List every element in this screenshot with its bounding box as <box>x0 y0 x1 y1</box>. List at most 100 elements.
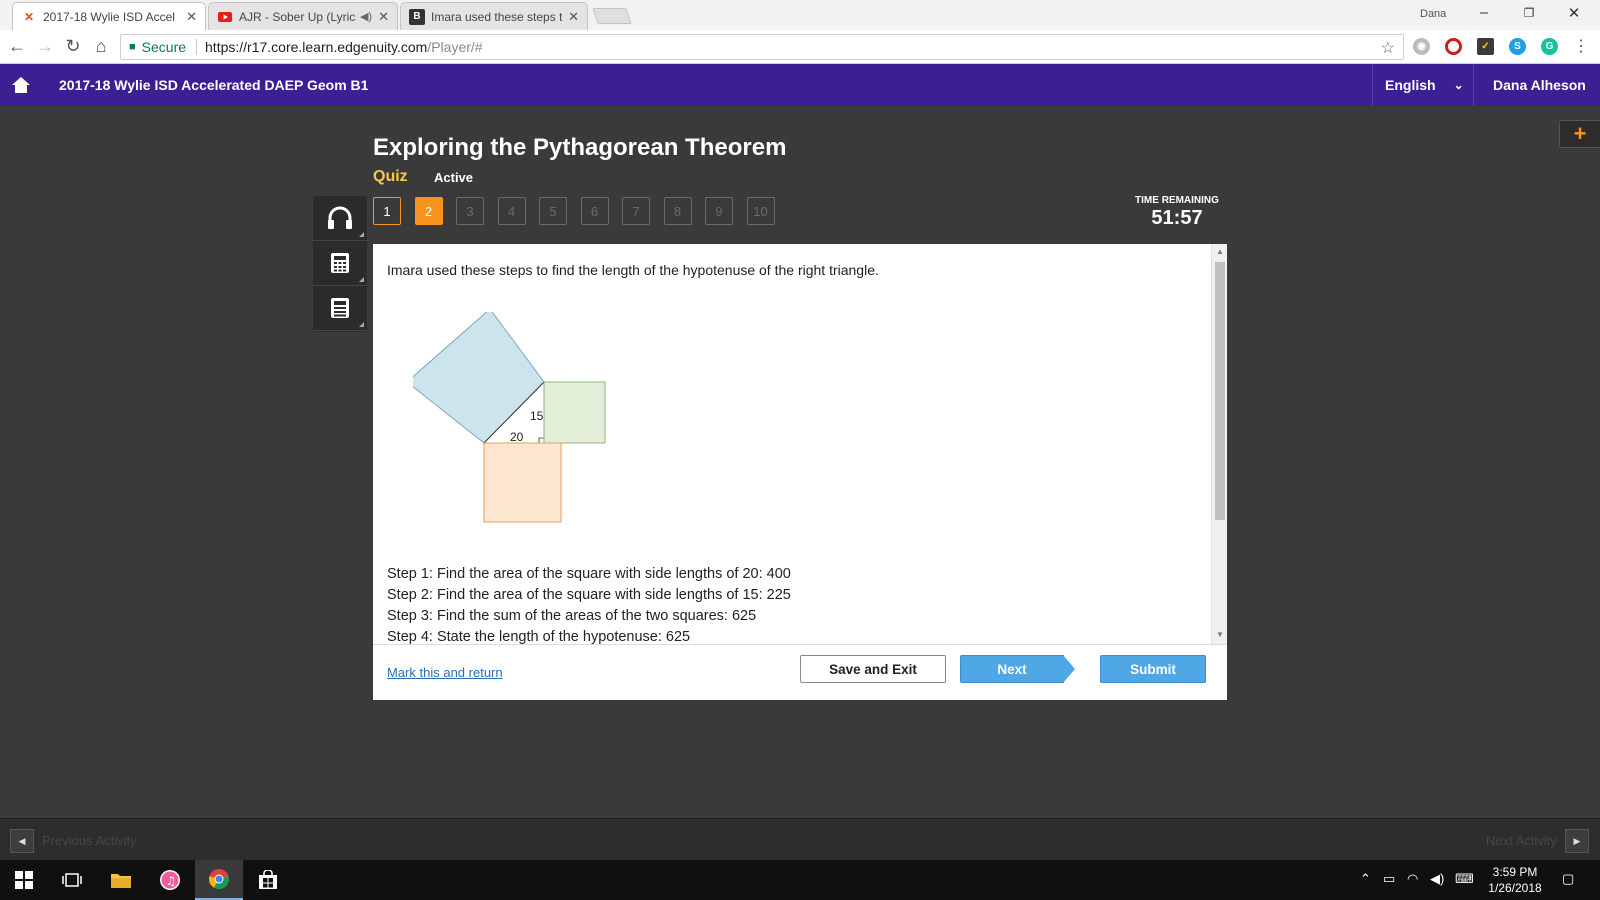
start-button[interactable] <box>0 860 48 900</box>
activity-status: Active <box>434 170 474 185</box>
previous-activity-button[interactable]: ◀ <box>10 829 34 853</box>
question-button[interactable]: 4 <box>497 197 526 225</box>
grammarly-icon[interactable]: G <box>1541 38 1558 55</box>
language-dropdown[interactable]: English ⌄ <box>1372 64 1474 106</box>
close-window-icon[interactable]: ✕ <box>1562 4 1586 22</box>
scroll-up-icon[interactable]: ▲ <box>1216 247 1224 256</box>
question-button[interactable]: 8 <box>663 197 692 225</box>
show-hidden-icons-icon[interactable]: ⌃ <box>1360 871 1371 887</box>
close-tab-icon[interactable]: ✕ <box>378 9 389 25</box>
course-header: 2017-18 Wylie ISD Accelerated DAEP Geom … <box>0 64 1600 106</box>
store-button[interactable] <box>244 860 292 900</box>
close-tab-icon[interactable]: ✕ <box>568 9 579 25</box>
keyboard-icon[interactable]: ⌨ <box>1455 871 1474 887</box>
system-clock[interactable]: 3:59 PM 1/26/2018 <box>1474 864 1556 896</box>
question-button[interactable]: 1 <box>373 197 401 225</box>
svg-text:♫: ♫ <box>166 874 177 888</box>
calculator-tool-button[interactable] <box>313 241 367 286</box>
previous-activity-label[interactable]: Previous Activity <box>42 833 137 848</box>
calculator-icon <box>331 253 349 273</box>
question-button[interactable]: 5 <box>539 197 567 225</box>
next-activity-button[interactable]: ▶ <box>1565 829 1589 853</box>
user-name[interactable]: Dana Alheson <box>1493 77 1586 93</box>
youtube-icon <box>217 9 233 25</box>
question-button[interactable]: 7 <box>622 197 650 225</box>
forward-icon[interactable]: → <box>34 36 56 57</box>
brainly-icon: B <box>409 8 425 25</box>
minimize-icon[interactable]: – <box>1472 4 1496 21</box>
clock-date: 1/26/2018 <box>1488 881 1542 895</box>
next-button[interactable]: Next <box>960 655 1076 683</box>
url-host: https://r17.core.learn.edgenuity.com <box>205 39 428 55</box>
step-item: Step 4: State the length of the hypotenu… <box>387 629 691 644</box>
restore-icon[interactable]: ❐ <box>1517 6 1541 20</box>
question-navigator: 1 2 3 4 5 6 7 8 9 10 <box>373 197 788 225</box>
extension-icon[interactable]: ◉ <box>1413 38 1430 55</box>
question-button[interactable]: 9 <box>705 197 733 225</box>
next-activity-label[interactable]: Next Activity <box>1486 833 1557 848</box>
itunes-button[interactable]: ♫ <box>146 860 194 900</box>
omnibox-divider <box>196 39 198 55</box>
browser-tab-edgenuity[interactable]: ✕ 2017-18 Wylie ISD Accel ✕ <box>12 2 206 30</box>
speaker-icon[interactable]: ◀) <box>360 10 372 23</box>
timer-label: TIME REMAINING <box>1135 195 1219 206</box>
profile-name[interactable]: Dana <box>1420 8 1446 20</box>
tab-title: AJR - Sober Up (Lyrics <box>239 9 356 24</box>
mark-and-return-link[interactable]: Mark this and return <box>387 665 503 680</box>
checkmark-extension-icon[interactable]: ✓ <box>1477 38 1494 55</box>
browser-tab-youtube[interactable]: AJR - Sober Up (Lyrics ◀) ✕ <box>208 2 398 30</box>
question-button[interactable]: 10 <box>746 197 775 225</box>
new-tab-button[interactable] <box>592 8 632 24</box>
secure-label: Secure <box>141 39 187 55</box>
add-tool-button[interactable]: + <box>1559 120 1600 148</box>
scientific-calculator-tool-button[interactable] <box>313 286 367 331</box>
task-view-button[interactable] <box>48 860 96 900</box>
audio-tool-button[interactable] <box>313 196 367 241</box>
wifi-icon[interactable]: ◠ <box>1407 871 1418 887</box>
short-leg-square <box>543 381 606 444</box>
scientific-calculator-icon <box>331 298 349 318</box>
browser-tab-strip: ✕ 2017-18 Wylie ISD Accel ✕ AJR - Sober … <box>0 0 1600 30</box>
plus-icon: + <box>1573 121 1587 146</box>
bookmark-star-icon[interactable]: ☆ <box>1381 38 1395 58</box>
clock-time: 3:59 PM <box>1492 865 1538 879</box>
activity-type: Quiz <box>373 168 408 185</box>
browser-tab-brainly[interactable]: B Imara used these steps to ✕ <box>400 2 588 30</box>
volume-icon[interactable]: ◀) <box>1430 871 1444 887</box>
store-bag-icon <box>259 870 277 889</box>
back-icon[interactable]: ← <box>6 36 28 57</box>
timer-value: 51:57 <box>1151 207 1203 229</box>
question-button[interactable]: 3 <box>456 197 484 225</box>
close-tab-icon[interactable]: ✕ <box>186 9 197 25</box>
step-item: Step 3: Find the sum of the areas of the… <box>387 608 757 624</box>
language-label: English <box>1385 77 1436 93</box>
notifications-icon[interactable]: ▢ <box>1562 871 1574 887</box>
home-icon[interactable]: ⌂ <box>90 36 112 57</box>
question-prompt: Imara used these steps to find the lengt… <box>387 262 879 278</box>
next-arrow-tip <box>1063 655 1075 683</box>
file-explorer-button[interactable] <box>97 860 145 900</box>
skype-icon[interactable]: S <box>1509 38 1526 55</box>
scroll-down-icon[interactable]: ▼ <box>1216 630 1224 639</box>
submit-button[interactable]: Submit <box>1100 655 1206 683</box>
tool-panel <box>313 196 367 332</box>
scrollbar-thumb[interactable] <box>1215 262 1225 520</box>
save-and-exit-button[interactable]: Save and Exit <box>800 655 946 683</box>
question-button[interactable]: 2 <box>414 197 443 225</box>
tab-title: 2017-18 Wylie ISD Accel <box>43 9 175 24</box>
battery-icon[interactable]: ▭ <box>1383 871 1395 887</box>
reload-icon[interactable]: ↻ <box>62 36 84 57</box>
address-bar[interactable]: ■ Secure https://r17.core.learn.edgenuit… <box>120 34 1404 60</box>
opera-icon[interactable] <box>1445 38 1462 55</box>
lock-icon: ■ <box>129 41 136 53</box>
vertical-scrollbar[interactable]: ▲ ▼ <box>1211 244 1227 644</box>
tab-title: Imara used these steps to <box>431 9 563 24</box>
home-button[interactable] <box>0 64 42 106</box>
browser-toolbar: ← → ↻ ⌂ ■ Secure https://r17.core.learn.… <box>0 30 1600 64</box>
chrome-button[interactable] <box>195 860 243 900</box>
edgenuity-x-icon: ✕ <box>23 9 35 24</box>
menu-icon[interactable]: ⋮ <box>1570 36 1592 56</box>
question-button[interactable]: 6 <box>580 197 609 225</box>
short-leg-label: 15 <box>530 409 544 423</box>
next-button-label: Next <box>997 661 1027 677</box>
